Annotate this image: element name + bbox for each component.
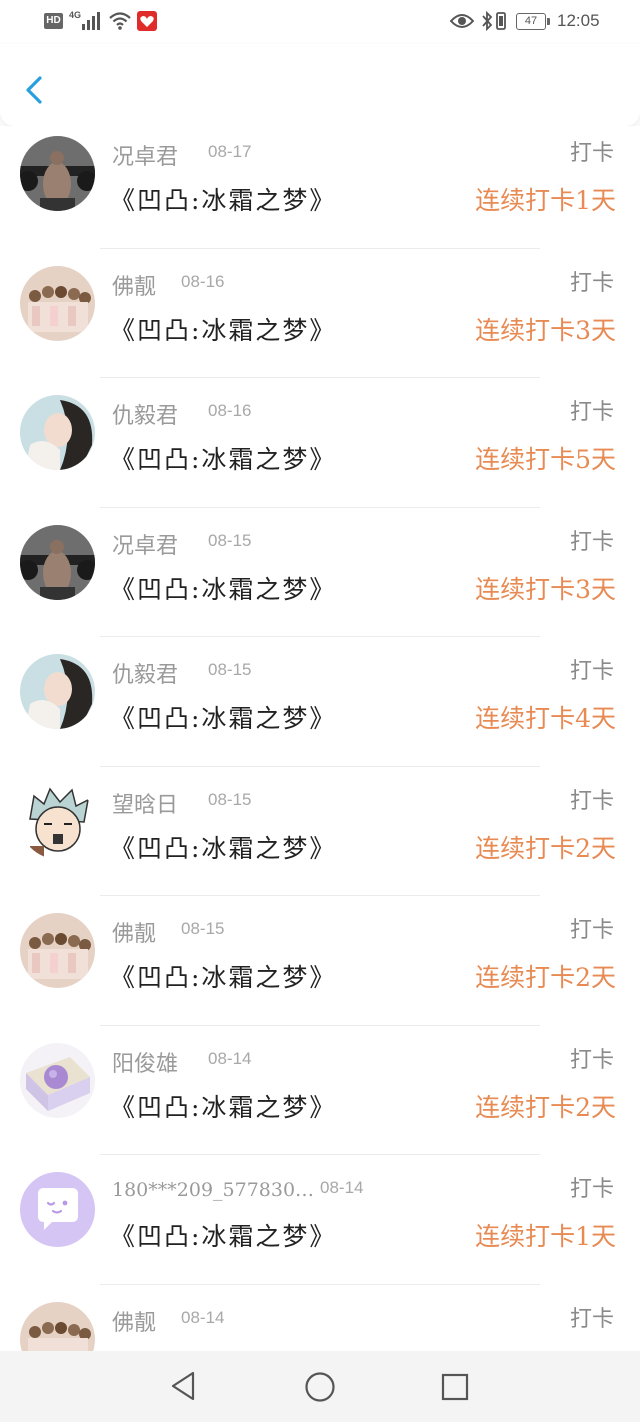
user-name: 况卓君: [112, 533, 179, 559]
hd-icon: HD: [44, 13, 63, 29]
checkin-tag: 打卡: [569, 141, 614, 166]
book-title: 《凹凸:冰霜之梦》: [110, 833, 337, 863]
checkin-tag: 打卡: [569, 529, 614, 555]
user-name: 佛靓: [112, 922, 157, 947]
checkin-list: 况卓君 08-17 《凹凸:冰霜之梦》 打卡 连续打卡1天 佛靓 08-16 《…: [0, 126, 640, 1351]
system-nav-bar: [0, 1351, 640, 1422]
book-title: 《凹凸:冰霜之梦》: [110, 574, 337, 604]
entry-date: 08-14: [181, 1307, 225, 1327]
list-item[interactable]: 望晗日 08-15 《凹凸:冰霜之梦》 打卡 连续打卡2天: [0, 766, 640, 896]
avatar[interactable]: [20, 524, 95, 600]
user-name: 佛靓: [112, 1310, 157, 1336]
user-name: 望晗日: [112, 792, 179, 818]
header: [0, 44, 640, 126]
eye-icon: [450, 14, 474, 28]
avatar[interactable]: [20, 136, 95, 211]
checkin-tag: 打卡: [569, 400, 614, 425]
entry-date: 08-16: [208, 401, 252, 420]
avatar[interactable]: [20, 265, 95, 341]
streak-label: 连续打卡2天: [475, 963, 616, 992]
streak-label: 连续打卡4天: [475, 704, 616, 733]
list-item[interactable]: 况卓君 08-15 《凹凸:冰霜之梦》 打卡 连续打卡3天: [0, 507, 640, 637]
user-name: 阳俊雄: [112, 1051, 179, 1077]
book-title: 《凹凸:冰霜之梦》: [110, 963, 337, 992]
vibrate-icon: [496, 12, 506, 30]
streak-label: 连续打卡1天: [475, 186, 616, 215]
user-name: 180***209_577830…: [112, 1179, 315, 1201]
book-title: 《凹凸:冰霜之梦》: [110, 186, 337, 215]
entry-date: 08-15: [208, 530, 252, 550]
wifi-icon: [109, 12, 131, 30]
avatar[interactable]: [20, 654, 95, 729]
circle-home-icon[interactable]: [304, 1371, 336, 1403]
square-recent-icon[interactable]: [441, 1373, 469, 1401]
entry-date: 08-14: [320, 1178, 364, 1197]
entry-date: 08-17: [208, 142, 252, 161]
streak-label: 连续打卡2天: [475, 833, 616, 863]
list-item[interactable]: 180***209_577830… 08-14 《凹凸:冰霜之梦》 打卡 连续打…: [0, 1155, 640, 1285]
avatar[interactable]: [20, 1301, 95, 1351]
triangle-back-icon[interactable]: [169, 1370, 197, 1402]
list-item[interactable]: 仇毅君 08-16 《凹凸:冰霜之梦》 打卡 连续打卡5天: [0, 378, 640, 508]
list-item[interactable]: 阳俊雄 08-14 《凹凸:冰霜之梦》 打卡 连续打卡2天: [0, 1025, 640, 1155]
checkin-tag: 打卡: [569, 918, 614, 943]
book-title: 《凹凸:冰霜之梦》: [110, 315, 337, 345]
checkin-tag: 打卡: [569, 1047, 614, 1073]
chevron-left-icon[interactable]: [18, 70, 52, 110]
battery-icon: 47: [516, 13, 546, 30]
checkin-tag: 打卡: [569, 1306, 614, 1332]
user-name: 况卓君: [112, 145, 179, 170]
book-title: 《凹凸:冰霜之梦》: [110, 1092, 337, 1122]
entry-date: 08-15: [208, 660, 252, 679]
avatar[interactable]: [20, 395, 95, 470]
clock: 12:05: [557, 11, 600, 30]
checkin-tag: 打卡: [569, 788, 614, 814]
book-title: 《凹凸:冰霜之梦》: [110, 1222, 337, 1251]
list-item[interactable]: 佛靓 08-14 打卡: [0, 1284, 640, 1351]
signal-icon: [80, 12, 102, 30]
streak-label: 连续打卡5天: [475, 445, 616, 474]
bluetooth-icon: [482, 11, 493, 31]
streak-label: 连续打卡2天: [475, 1092, 616, 1122]
list-item[interactable]: 佛靓 08-15 《凹凸:冰霜之梦》 打卡 连续打卡2天: [0, 896, 640, 1026]
app-notification-icon: [137, 11, 157, 31]
status-bar: HD 4G 47 12:05: [0, 0, 640, 44]
avatar[interactable]: [20, 1172, 95, 1247]
avatar[interactable]: [20, 913, 95, 988]
book-title: 《凹凸:冰霜之梦》: [110, 704, 337, 733]
streak-label: 连续打卡3天: [475, 574, 616, 604]
entry-date: 08-15: [208, 789, 252, 809]
checkin-tag: 打卡: [569, 659, 614, 684]
user-name: 佛靓: [112, 274, 157, 300]
entry-date: 08-14: [208, 1048, 252, 1068]
entry-date: 08-15: [181, 919, 225, 938]
user-name: 仇毅君: [112, 404, 179, 429]
streak-label: 连续打卡3天: [475, 315, 616, 345]
list-item[interactable]: 仇毅君 08-15 《凹凸:冰霜之梦》 打卡 连续打卡4天: [0, 637, 640, 767]
checkin-tag: 打卡: [569, 270, 614, 296]
user-name: 仇毅君: [112, 663, 179, 688]
battery-tip: [547, 18, 550, 25]
avatar[interactable]: [20, 1042, 95, 1118]
list-item[interactable]: 佛靓 08-16 《凹凸:冰霜之梦》 打卡 连续打卡3天: [0, 248, 640, 378]
streak-label: 连续打卡1天: [475, 1222, 616, 1251]
checkin-tag: 打卡: [569, 1177, 614, 1202]
book-title: 《凹凸:冰霜之梦》: [110, 445, 337, 474]
list-item[interactable]: 况卓君 08-17 《凹凸:冰霜之梦》 打卡 连续打卡1天: [0, 126, 640, 249]
avatar[interactable]: [20, 783, 95, 859]
entry-date: 08-16: [181, 271, 225, 291]
